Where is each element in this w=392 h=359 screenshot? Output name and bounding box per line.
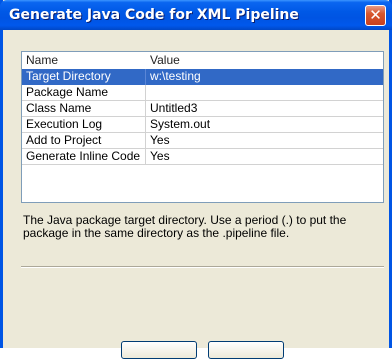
close-icon: ✕ <box>369 6 382 24</box>
row-name: Execution Log <box>26 117 103 131</box>
row-name: Class Name <box>26 101 92 115</box>
row-value[interactable]: System.out <box>150 117 210 132</box>
table-row-add-to-project[interactable]: Add to Project Yes <box>22 133 383 149</box>
dialog-title: Generate Java Code for XML Pipeline <box>9 7 299 23</box>
property-description: The Java package target directory. Use a… <box>23 213 347 240</box>
column-separator <box>145 85 146 101</box>
row-name: Add to Project <box>26 133 102 147</box>
column-separator <box>145 117 146 133</box>
column-separator <box>145 149 146 165</box>
divider <box>21 266 384 268</box>
table-row-class-name[interactable]: Class Name Untitled3 <box>22 101 383 117</box>
row-value[interactable]: w:\testing <box>150 69 201 84</box>
row-value[interactable]: Yes <box>150 133 170 148</box>
row-name: Target Directory <box>26 69 111 83</box>
table-row-package-name[interactable]: Package Name <box>22 85 383 101</box>
title-bar[interactable]: Generate Java Code for XML Pipeline ✕ <box>0 0 392 30</box>
column-separator <box>145 101 146 117</box>
row-name: Generate Inline Code <box>26 149 141 163</box>
properties-table: Name Value Target Directory w:\testing P… <box>21 51 384 203</box>
column-header-name[interactable]: Name <box>26 52 58 69</box>
table-row-generate-inline-code[interactable]: Generate Inline Code Yes <box>22 149 383 165</box>
table-row-execution-log[interactable]: Execution Log System.out <box>22 117 383 133</box>
row-value[interactable]: Yes <box>150 149 170 164</box>
ok-button[interactable] <box>121 341 197 359</box>
column-separator <box>145 69 146 85</box>
column-separator <box>145 133 146 149</box>
row-name: Package Name <box>26 85 109 99</box>
close-button[interactable]: ✕ <box>365 5 386 26</box>
cancel-button[interactable] <box>208 341 284 359</box>
row-value[interactable]: Untitled3 <box>150 101 197 116</box>
column-header-value[interactable]: Value <box>150 52 180 69</box>
table-row-target-directory[interactable]: Target Directory w:\testing <box>22 69 383 85</box>
